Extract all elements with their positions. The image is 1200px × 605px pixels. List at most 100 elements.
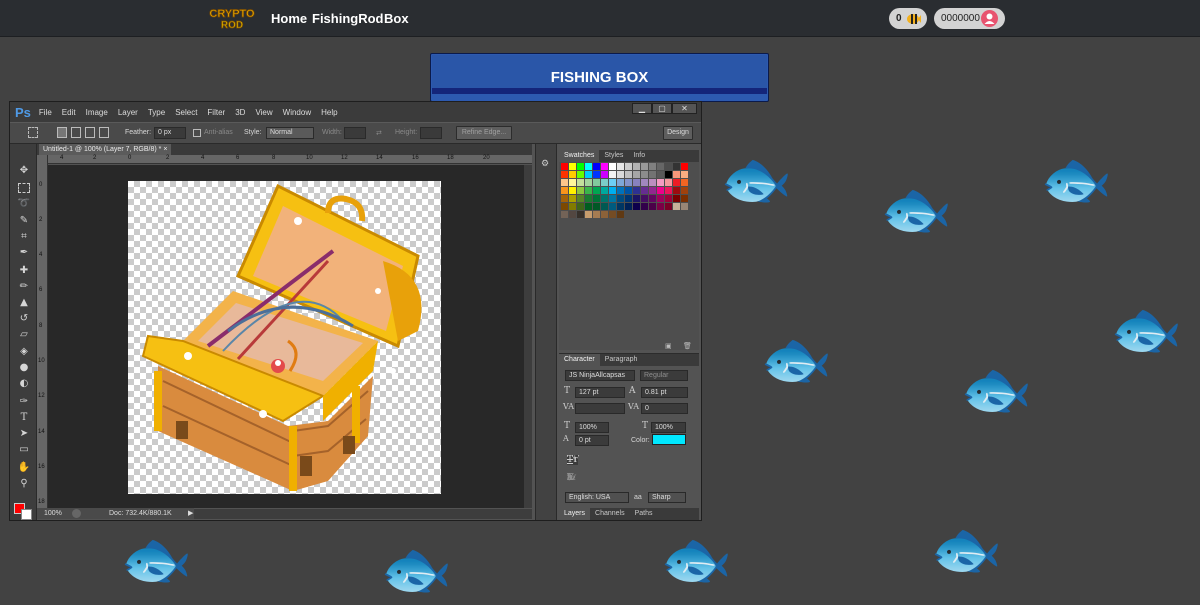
color-swatch[interactable] (681, 195, 688, 202)
balance-badge[interactable]: 0000000 (934, 8, 1005, 29)
color-swatch[interactable] (681, 187, 688, 194)
color-swatch[interactable] (617, 203, 624, 210)
color-swatch[interactable] (665, 163, 672, 170)
menu-image[interactable]: Image (86, 108, 108, 117)
canvas-area[interactable] (48, 165, 524, 508)
color-swatch[interactable] (665, 179, 672, 186)
antialias-select[interactable]: Sharp (648, 492, 686, 503)
feather-input[interactable]: 0 px (154, 127, 186, 139)
color-swatch[interactable] (585, 203, 592, 210)
color-swatch[interactable] (641, 163, 648, 170)
trash-icon[interactable]: 🗑 (683, 342, 692, 350)
color-swatch[interactable] (601, 195, 608, 202)
dodge-tool-icon[interactable]: ◐ (16, 377, 32, 391)
color-swatch[interactable] (609, 171, 616, 178)
color-swatch[interactable] (633, 171, 640, 178)
color-swatch[interactable] (593, 211, 600, 218)
nav-box-link[interactable]: Box (384, 11, 409, 26)
color-swatch[interactable] (681, 203, 688, 210)
color-swatch[interactable] (673, 195, 680, 202)
color-swatch[interactable] (649, 203, 656, 210)
color-swatch[interactable] (585, 163, 592, 170)
antialias-checkbox[interactable] (193, 129, 201, 137)
color-swatch[interactable] (657, 179, 664, 186)
color-swatch[interactable] (657, 195, 664, 202)
font-size-input[interactable]: 127 pt (575, 387, 625, 398)
color-swatch[interactable] (657, 203, 664, 210)
color-swatch[interactable] (577, 179, 584, 186)
status-info-icon[interactable] (72, 509, 81, 518)
subtract-selection-icon[interactable] (85, 127, 95, 138)
color-swatch[interactable] (625, 179, 632, 186)
text-color-swatch[interactable] (652, 434, 686, 445)
color-swatch[interactable] (617, 211, 624, 218)
menu-3d[interactable]: 3D (235, 108, 245, 117)
baseline-shift-input[interactable]: 0 pt (575, 435, 609, 446)
lasso-tool-icon[interactable]: ➰ (16, 197, 32, 211)
color-swatch[interactable] (609, 203, 616, 210)
move-tool-icon[interactable]: ✥ (16, 164, 32, 178)
color-swatch[interactable] (649, 171, 656, 178)
strikethrough-icon[interactable]: T (567, 455, 573, 465)
kerning-input[interactable] (575, 403, 625, 414)
tracking-input[interactable]: 0 (641, 403, 688, 414)
close-tab-icon[interactable]: × (163, 146, 167, 153)
color-swatch[interactable] (601, 187, 608, 194)
history-brush-icon[interactable]: ↺ (16, 312, 32, 326)
quick-select-icon[interactable]: ✎ (16, 214, 32, 228)
workspace-button[interactable]: Design (663, 126, 693, 140)
clone-stamp-icon[interactable]: ▲ (16, 296, 32, 310)
tab-channels[interactable]: Channels (590, 508, 630, 520)
menu-filter[interactable]: Filter (207, 108, 225, 117)
fish-count-badge[interactable]: 0 (889, 8, 927, 29)
color-swatch[interactable] (585, 179, 592, 186)
menu-edit[interactable]: Edit (62, 108, 76, 117)
nav-fishingrod-link[interactable]: FishingRod (312, 11, 384, 26)
color-swatch[interactable] (593, 171, 600, 178)
color-swatch[interactable] (569, 203, 576, 210)
color-swatch[interactable] (585, 187, 592, 194)
shape-tool-icon[interactable]: ▭ (16, 443, 32, 457)
tab-styles[interactable]: Styles (599, 150, 628, 162)
color-swatch[interactable] (617, 179, 624, 186)
color-swatch[interactable] (577, 211, 584, 218)
menu-file[interactable]: File (39, 108, 52, 117)
color-swatch[interactable] (681, 179, 688, 186)
color-swatch[interactable] (657, 187, 664, 194)
color-swatch[interactable] (561, 171, 568, 178)
crypto-rod-logo[interactable]: CRYPTO ROD (205, 6, 259, 32)
path-select-icon[interactable]: ➤ (16, 427, 32, 441)
color-swatch[interactable] (633, 203, 640, 210)
color-swatch[interactable] (641, 179, 648, 186)
color-swatch[interactable] (673, 187, 680, 194)
color-swatch[interactable] (633, 187, 640, 194)
color-swatch[interactable] (593, 187, 600, 194)
color-swatch[interactable] (593, 179, 600, 186)
color-swatch[interactable] (561, 211, 568, 218)
vertical-scale-input[interactable]: 100% (575, 422, 609, 433)
color-swatch[interactable] (577, 163, 584, 170)
color-swatch[interactable] (569, 211, 576, 218)
document-tab[interactable]: Untitled-1 @ 100% (Layer 7, RGB/8) * × (39, 144, 172, 155)
color-swatch[interactable] (641, 203, 648, 210)
marquee-tool-icon[interactable] (28, 127, 38, 138)
new-swatch-icon[interactable]: ▣ (665, 342, 672, 350)
color-swatch[interactable] (561, 203, 568, 210)
color-swatch[interactable] (665, 195, 672, 202)
height-input[interactable] (420, 127, 442, 139)
color-swatch[interactable] (665, 187, 672, 194)
color-swatch[interactable] (609, 195, 616, 202)
color-swatch[interactable] (577, 195, 584, 202)
color-swatch[interactable] (569, 179, 576, 186)
color-swatch[interactable] (617, 187, 624, 194)
color-swatch[interactable] (681, 171, 688, 178)
menu-type[interactable]: Type (148, 108, 165, 117)
menu-select[interactable]: Select (175, 108, 197, 117)
tab-info[interactable]: Info (628, 150, 650, 162)
font-style-select[interactable]: Regular (640, 370, 688, 381)
color-swatch[interactable] (665, 171, 672, 178)
color-swatch[interactable] (577, 187, 584, 194)
eyedropper-icon[interactable]: ✒ (16, 246, 32, 260)
color-swatch[interactable] (681, 163, 688, 170)
color-swatch[interactable] (633, 179, 640, 186)
